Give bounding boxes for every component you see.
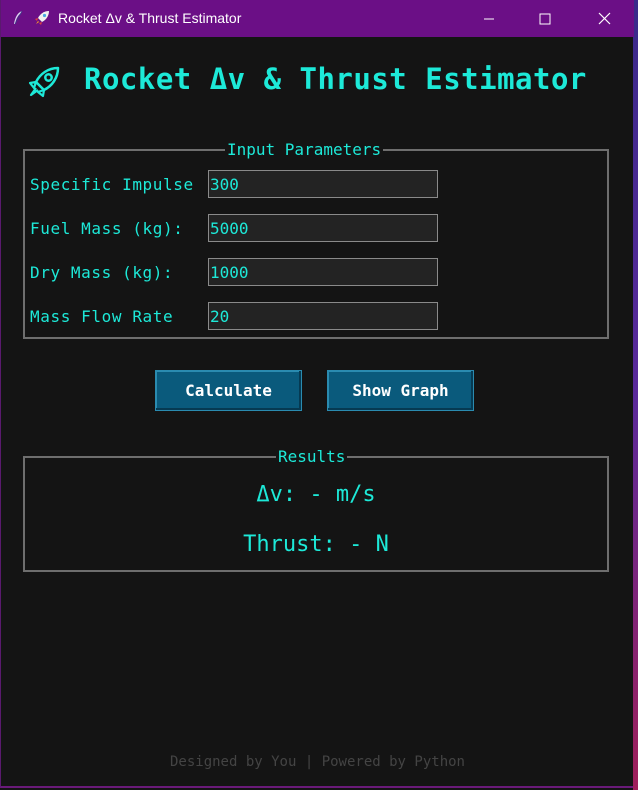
- specific-impulse-label: Specific Impulse: [30, 175, 194, 194]
- footer-credit: Designed by You | Powered by Python: [169, 754, 465, 770]
- app-window: Rocket Δv & Thrust Estimator Rocket Δv &…: [0, 0, 634, 788]
- thrust-result: Thrust: - N: [243, 532, 389, 557]
- page-heading: Rocket Δv & Thrust Estimator: [26, 62, 626, 102]
- input-parameters-group: Input Parameters Specific Impulse Fuel M…: [23, 140, 609, 339]
- results-group: Results Δv: - m/s Thrust: - N: [23, 447, 609, 572]
- minimize-icon: [484, 18, 494, 19]
- fuel-mass-label: Fuel Mass (kg):: [30, 219, 184, 238]
- show-graph-button[interactable]: Show Graph: [327, 370, 474, 411]
- delta-v-result: Δv: - m/s: [256, 482, 376, 507]
- results-legend: Results: [276, 447, 348, 467]
- mass-flow-rate-input[interactable]: [208, 302, 438, 330]
- fuel-mass-input[interactable]: [208, 214, 438, 242]
- close-button[interactable]: [576, 0, 632, 37]
- rocket-icon: [28, 66, 60, 98]
- minimize-button[interactable]: [461, 0, 517, 37]
- maximize-button[interactable]: [517, 0, 573, 37]
- rocket-icon: [35, 11, 49, 25]
- calculate-button[interactable]: Calculate: [155, 370, 302, 411]
- page-title: Rocket Δv & Thrust Estimator: [84, 62, 587, 96]
- feather-icon: [14, 10, 23, 25]
- dry-mass-label: Dry Mass (kg):: [30, 263, 174, 282]
- title-bar[interactable]: Rocket Δv & Thrust Estimator: [1, 0, 634, 37]
- maximize-icon: [539, 13, 551, 24]
- close-icon: [598, 12, 610, 25]
- specific-impulse-input[interactable]: [208, 170, 438, 198]
- dry-mass-input[interactable]: [208, 258, 438, 286]
- desktop-background: [633, 0, 638, 790]
- mass-flow-rate-label: Mass Flow Rate: [30, 307, 174, 326]
- input-parameters-legend: Input Parameters: [225, 140, 384, 160]
- window-title: Rocket Δv & Thrust Estimator: [58, 10, 242, 26]
